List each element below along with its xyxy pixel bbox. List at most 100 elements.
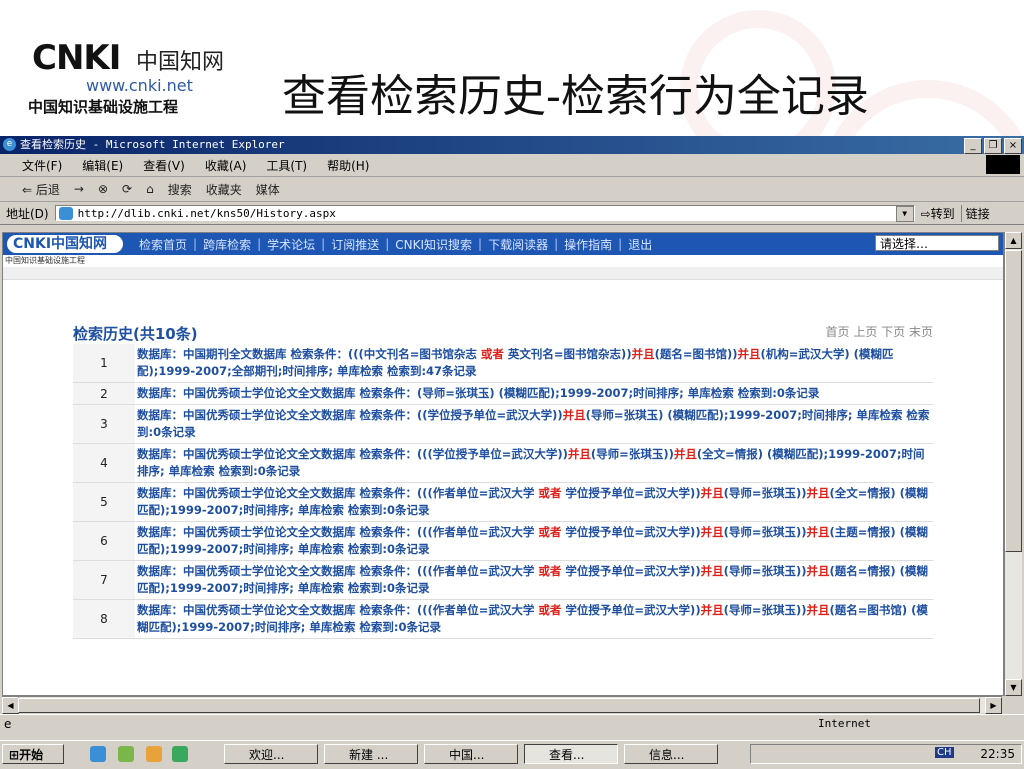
- taskbar-task-1[interactable]: 新建 ...: [324, 744, 418, 764]
- history-row[interactable]: 7 数据库：中国优秀硕士学位论文全文数据库 检索条件：(((作者单位=武汉大学 或…: [73, 560, 933, 600]
- app-quicklaunch-icon[interactable]: [146, 746, 162, 762]
- desktop-quicklaunch-icon[interactable]: [118, 746, 134, 762]
- network-quicklaunch-icon[interactable]: [172, 746, 188, 762]
- menu-item-1[interactable]: 编辑(E): [82, 157, 123, 174]
- history-row-text[interactable]: 数据库：中国优秀硕士学位论文全文数据库 检索条件：((学位授予单位=武汉大学))…: [135, 404, 933, 444]
- site-logo[interactable]: CNKI中国知网: [7, 235, 123, 253]
- close-button[interactable]: ×: [1004, 138, 1022, 154]
- condition-text: 数据库：中国优秀硕士学位论文全文数据库 检索条件：((学位授予单位=武汉大学)): [137, 408, 563, 422]
- history-row-text[interactable]: 数据库：中国优秀硕士学位论文全文数据库 检索条件：(((作者单位=武汉大学 或者…: [135, 599, 933, 639]
- ie-icon: e: [3, 138, 16, 151]
- go-button[interactable]: ⇨转到: [921, 205, 955, 222]
- taskbar-task-0[interactable]: 欢迎...: [224, 744, 318, 764]
- scroll-left-icon[interactable]: ◀: [2, 697, 19, 714]
- logo-tagline: 中国知识基础设施工程: [28, 98, 179, 116]
- toolbar-button-0[interactable]: ⇐ 后退: [22, 181, 60, 198]
- history-row[interactable]: 8 数据库：中国优秀硕士学位论文全文数据库 检索条件：(((作者单位=武汉大学 或…: [73, 599, 933, 639]
- page-content: CNKI中国知网 检索首页 | 跨库检索 | 学术论坛 | 订阅推送 | CNKI知识搜索 | 下载…: [2, 232, 1004, 696]
- ie-quicklaunch-icon[interactable]: [90, 746, 106, 762]
- address-dropdown-icon[interactable]: ▼: [895, 206, 914, 222]
- history-row-text[interactable]: 数据库：中国期刊全文数据库 检索条件：(((中文刊名=图书馆杂志 或者 英文刊名…: [135, 344, 933, 383]
- browser-window: e 查看检索历史 - Microsoft Internet Explorer _…: [0, 136, 1024, 768]
- site-nav-item-5[interactable]: 下载阅读器: [488, 236, 548, 253]
- menu-item-4[interactable]: 工具(T): [266, 157, 307, 174]
- cnki-logo: CNKI 中国知网 www.cnki.net 中国知识基础设施工程: [28, 38, 248, 118]
- history-row-text[interactable]: 数据库：中国优秀硕士学位论文全文数据库 检索条件：(((作者单位=武汉大学 或者…: [135, 560, 933, 600]
- site-nav-item-2[interactable]: 学术论坛: [267, 236, 315, 253]
- toolbar-button-6[interactable]: 收藏夹: [206, 181, 242, 198]
- boolean-operator: 并且: [700, 603, 724, 617]
- boolean-operator: 并且: [737, 347, 761, 361]
- toolbar-button-2[interactable]: ⊗: [98, 182, 108, 196]
- history-header: 检索历史(共10条) 首页 上页 下页 末页: [73, 323, 933, 344]
- address-bar: 地址(D) http://dlib.cnki.net/kns50/History…: [0, 202, 1024, 225]
- site-nav-item-7[interactable]: 退出: [628, 236, 652, 253]
- pager[interactable]: 首页 上页 下页 末页: [826, 323, 933, 344]
- toolbar-button-7[interactable]: 媒体: [256, 181, 280, 198]
- menu-item-2[interactable]: 查看(V): [143, 157, 185, 174]
- scroll-right-icon[interactable]: ▶: [985, 697, 1002, 714]
- history-row[interactable]: 6 数据库：中国优秀硕士学位论文全文数据库 检索条件：(((作者单位=武汉大学 或…: [73, 521, 933, 561]
- site-nav-bar: CNKI中国知网 检索首页 | 跨库检索 | 学术论坛 | 订阅推送 | CNKI知识搜索 | 下载…: [3, 233, 1003, 255]
- condition-text: 数据库：中国优秀硕士学位论文全文数据库 检索条件：(((作者单位=武汉大学: [137, 525, 539, 539]
- history-row[interactable]: 2 数据库：中国优秀硕士学位论文全文数据库 检索条件：(导师=张琪玉) (模糊匹配…: [73, 382, 933, 405]
- logo-url: www.cnki.net: [86, 76, 193, 95]
- site-select[interactable]: 请选择…: [875, 235, 999, 251]
- taskbar-task-2[interactable]: 中国...: [424, 744, 518, 764]
- horizontal-scrollbar[interactable]: ◀ ▶: [2, 696, 1002, 714]
- site-nav-item-4[interactable]: CNKI知识搜索: [395, 236, 472, 253]
- site-nav-item-3[interactable]: 订阅推送: [331, 236, 379, 253]
- history-row-text[interactable]: 数据库：中国优秀硕士学位论文全文数据库 检索条件：(导师=张琪玉) (模糊匹配)…: [135, 382, 933, 405]
- address-input[interactable]: http://dlib.cnki.net/kns50/History.aspx …: [54, 205, 915, 222]
- clock: 22:35: [980, 747, 1015, 761]
- minimize-button[interactable]: _: [964, 138, 982, 154]
- condition-text: 数据库：中国优秀硕士学位论文全文数据库 检索条件：(导师=张琪玉) (模糊匹配)…: [137, 386, 820, 400]
- history-row[interactable]: 5 数据库：中国优秀硕士学位论文全文数据库 检索条件：(((作者单位=武汉大学 或…: [73, 482, 933, 522]
- site-nav-item-1[interactable]: 跨库检索: [203, 236, 251, 253]
- nav-separator: |: [478, 237, 483, 251]
- menu-item-0[interactable]: 文件(F): [22, 157, 62, 174]
- menu-bar: 文件(F) 编辑(E) 查看(V) 收藏(A) 工具(T) 帮助(H): [0, 154, 1024, 177]
- boolean-operator: 或者: [538, 603, 562, 617]
- boolean-operator: 并且: [700, 486, 724, 500]
- history-row[interactable]: 1 数据库：中国期刊全文数据库 检索条件：(((中文刊名=图书馆杂志 或者 英文刊…: [73, 344, 933, 383]
- history-row[interactable]: 3 数据库：中国优秀硕士学位论文全文数据库 检索条件：((学位授予单位=武汉大学)…: [73, 404, 933, 444]
- scroll-thumb[interactable]: [1005, 250, 1022, 552]
- history-row-number: 2: [73, 382, 135, 405]
- taskbar-task-3[interactable]: 查看...: [524, 744, 618, 764]
- restore-button[interactable]: ❐: [984, 138, 1002, 154]
- scroll-down-icon[interactable]: ▼: [1005, 679, 1022, 696]
- history-row-text[interactable]: 数据库：中国优秀硕士学位论文全文数据库 检索条件：(((作者单位=武汉大学 或者…: [135, 482, 933, 522]
- nav-separator: |: [257, 237, 262, 251]
- history-row-number: 3: [73, 404, 135, 444]
- menu-item-5[interactable]: 帮助(H): [327, 157, 369, 174]
- status-zone: Internet: [818, 717, 871, 730]
- boolean-operator: 并且: [700, 564, 724, 578]
- menu-item-3[interactable]: 收藏(A): [205, 157, 247, 174]
- links-button[interactable]: 链接: [960, 204, 990, 222]
- toolbar-button-4[interactable]: ⌂: [146, 182, 154, 196]
- start-button[interactable]: ⊞开始: [2, 744, 64, 764]
- toolbar-button-5[interactable]: 搜索: [168, 181, 192, 198]
- gray-band: [3, 267, 1003, 280]
- vertical-scrollbar[interactable]: ▲ ▼: [1004, 232, 1022, 696]
- taskbar-task-4[interactable]: 信息...: [624, 744, 718, 764]
- history-table: 1 数据库：中国期刊全文数据库 检索条件：(((中文刊名=图书馆杂志 或者 英文刊…: [73, 344, 933, 639]
- condition-text: 数据库：中国优秀硕士学位论文全文数据库 检索条件：(((作者单位=武汉大学: [137, 486, 539, 500]
- nav-separator: |: [321, 237, 326, 251]
- hscroll-thumb[interactable]: [18, 698, 980, 713]
- condition-text: 学位授予单位=武汉大学)): [561, 603, 701, 617]
- ime-indicator[interactable]: CH: [935, 747, 954, 758]
- site-nav-item-6[interactable]: 操作指南: [564, 236, 612, 253]
- history-row-text[interactable]: 数据库：中国优秀硕士学位论文全文数据库 检索条件：(((作者单位=武汉大学 或者…: [135, 521, 933, 561]
- toolbar-button-3[interactable]: ⟳: [122, 182, 132, 196]
- history-row-text[interactable]: 数据库：中国优秀硕士学位论文全文数据库 检索条件：(((学位授予单位=武汉大学)…: [135, 443, 933, 483]
- system-tray: CH 22:35: [750, 744, 1022, 764]
- condition-text: 学位授予单位=武汉大学)): [561, 486, 701, 500]
- site-nav-item-0[interactable]: 检索首页: [139, 236, 187, 253]
- toolbar-button-1[interactable]: →: [74, 182, 84, 196]
- scroll-up-icon[interactable]: ▲: [1005, 232, 1022, 249]
- condition-text: 英文刊名=图书馆杂志)): [503, 347, 632, 361]
- history-row[interactable]: 4 数据库：中国优秀硕士学位论文全文数据库 检索条件：(((学位授予单位=武汉大学…: [73, 443, 933, 483]
- logo-cn-text: 中国知网: [136, 50, 225, 75]
